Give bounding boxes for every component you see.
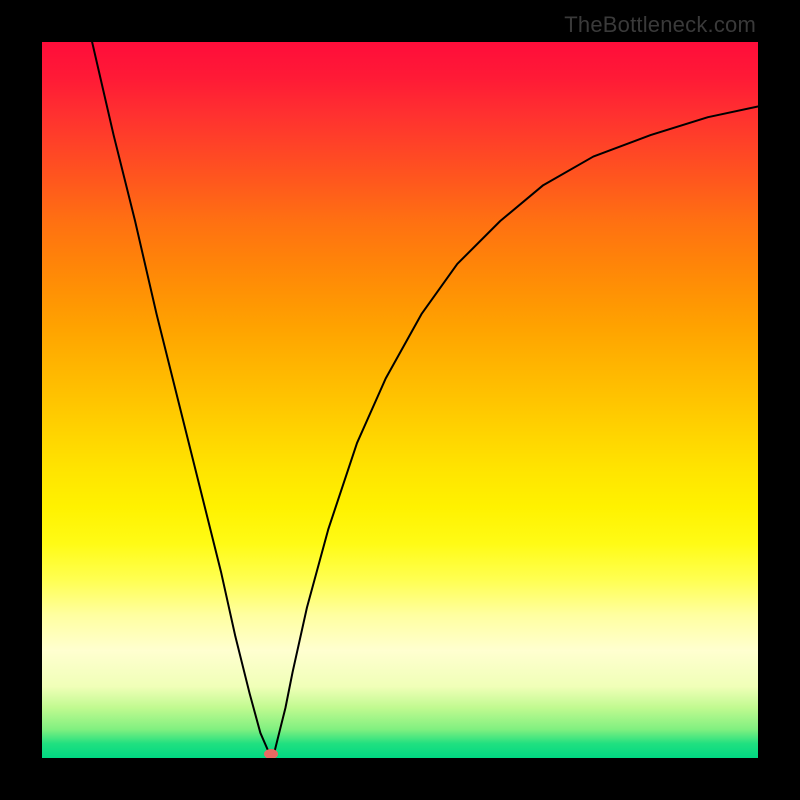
optimal-point-marker	[264, 749, 278, 758]
watermark-text: TheBottleneck.com	[564, 12, 756, 38]
chart-curve	[42, 42, 758, 758]
chart-plot-area	[42, 42, 758, 758]
chart-frame	[758, 0, 800, 800]
chart-frame	[0, 758, 800, 800]
chart-frame	[0, 0, 42, 800]
